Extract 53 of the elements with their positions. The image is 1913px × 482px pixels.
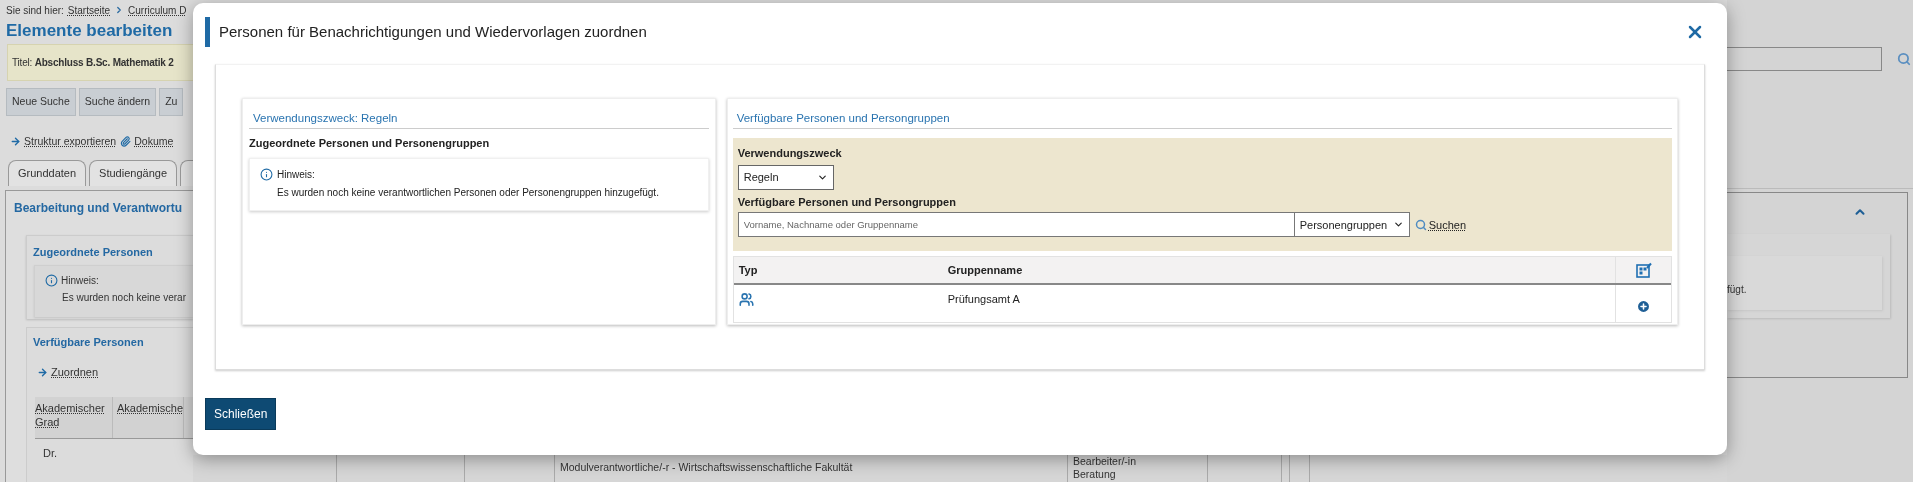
table-cell-text: Prüfungsamt A [947, 292, 1021, 308]
search-link[interactable]: Suchen [1428, 216, 1466, 233]
panel-heading: Verfügbare Personen und Persongruppen [732, 110, 1672, 130]
table-cell: Modulverantwortliche/-r - Wirtschaftswissenschaftliche Fakultät [560, 461, 853, 473]
purpose-select[interactable]: Regeln [737, 164, 834, 190]
column-header[interactable]: Akademische [113, 396, 185, 438]
breadcrumb-label: Sie sind hier: [6, 3, 64, 18]
search-field[interactable]: Vorname, Nachname oder Gruppenname [737, 212, 1295, 238]
action-link[interactable]: Dokume [134, 134, 174, 150]
assign-link[interactable]: Zuordnen [51, 364, 99, 381]
toolbar-button[interactable]: Suche ändern [78, 88, 157, 116]
info-bar: Titel: Abschluss B.Sc. Mathematik 2 [7, 44, 193, 81]
hint-text: fügt. [1727, 283, 1747, 297]
arrow-right-icon [10, 136, 21, 148]
search-icon[interactable] [1897, 52, 1911, 66]
add-icon[interactable] [1636, 299, 1651, 315]
card-heading: Verfügbare Personen [32, 334, 145, 350]
column-header[interactable]: Akademischer Grad [35, 396, 113, 438]
breadcrumb-link[interactable]: Curriculum D [128, 2, 187, 18]
field-label: Verfügbare Personen und Persongruppen [737, 194, 957, 210]
group-icon [738, 292, 754, 308]
page-title: Elemente bearbeiten [5, 20, 174, 42]
tab[interactable]: Studiengänge [89, 159, 177, 186]
table-cell-text: Bearbeiter/-in [1073, 455, 1138, 468]
panel-heading: Verwendungszweck: Regeln [249, 110, 709, 130]
tab[interactable]: Grunddaten [8, 159, 87, 186]
search-icon [1414, 218, 1427, 231]
panel-subheading: Zugeordnete Personen und Personengruppen [249, 136, 491, 152]
info-icon [260, 167, 273, 181]
toolbar-button[interactable]: Zu [159, 88, 184, 116]
table-cell-text: Beratung [1073, 468, 1117, 481]
card-heading: Zugeordnete Personen [32, 244, 154, 260]
toolbar-button[interactable]: Neue Suche [6, 88, 76, 116]
action-link[interactable]: Struktur exportieren [24, 134, 117, 150]
search-field[interactable] [1727, 47, 1882, 71]
title-accent-bar [205, 17, 210, 47]
info-icon [45, 274, 58, 288]
table-settings-icon[interactable] [1635, 262, 1652, 279]
type-select[interactable]: Personengruppen [1294, 212, 1410, 238]
breadcrumb-link[interactable]: Startseite [67, 2, 111, 18]
dialog-title: Personen für Benachrichtigungen und Wiedervorlagen zuordnen [219, 21, 648, 42]
field-label: Verwendungszweck [737, 146, 843, 162]
arrow-right-icon [37, 367, 48, 378]
hint-label: Hinweis: [61, 274, 99, 289]
column-header: Typ [737, 263, 759, 278]
hint-text: Es wurden noch keine verar [62, 291, 187, 306]
panel-heading: Bearbeitung und Verantwortu [13, 199, 183, 217]
table-cell-text: Dr. [42, 445, 59, 461]
paperclip-icon [120, 136, 132, 148]
hint-text: Es wurden noch keine verantwortlichen Personen oder Personengruppen hinzugefügt. [277, 185, 660, 200]
column-header: Gruppenname [947, 263, 1024, 278]
hint-label: Hinweis: [277, 167, 315, 182]
close-button[interactable]: Schließen [205, 398, 277, 430]
